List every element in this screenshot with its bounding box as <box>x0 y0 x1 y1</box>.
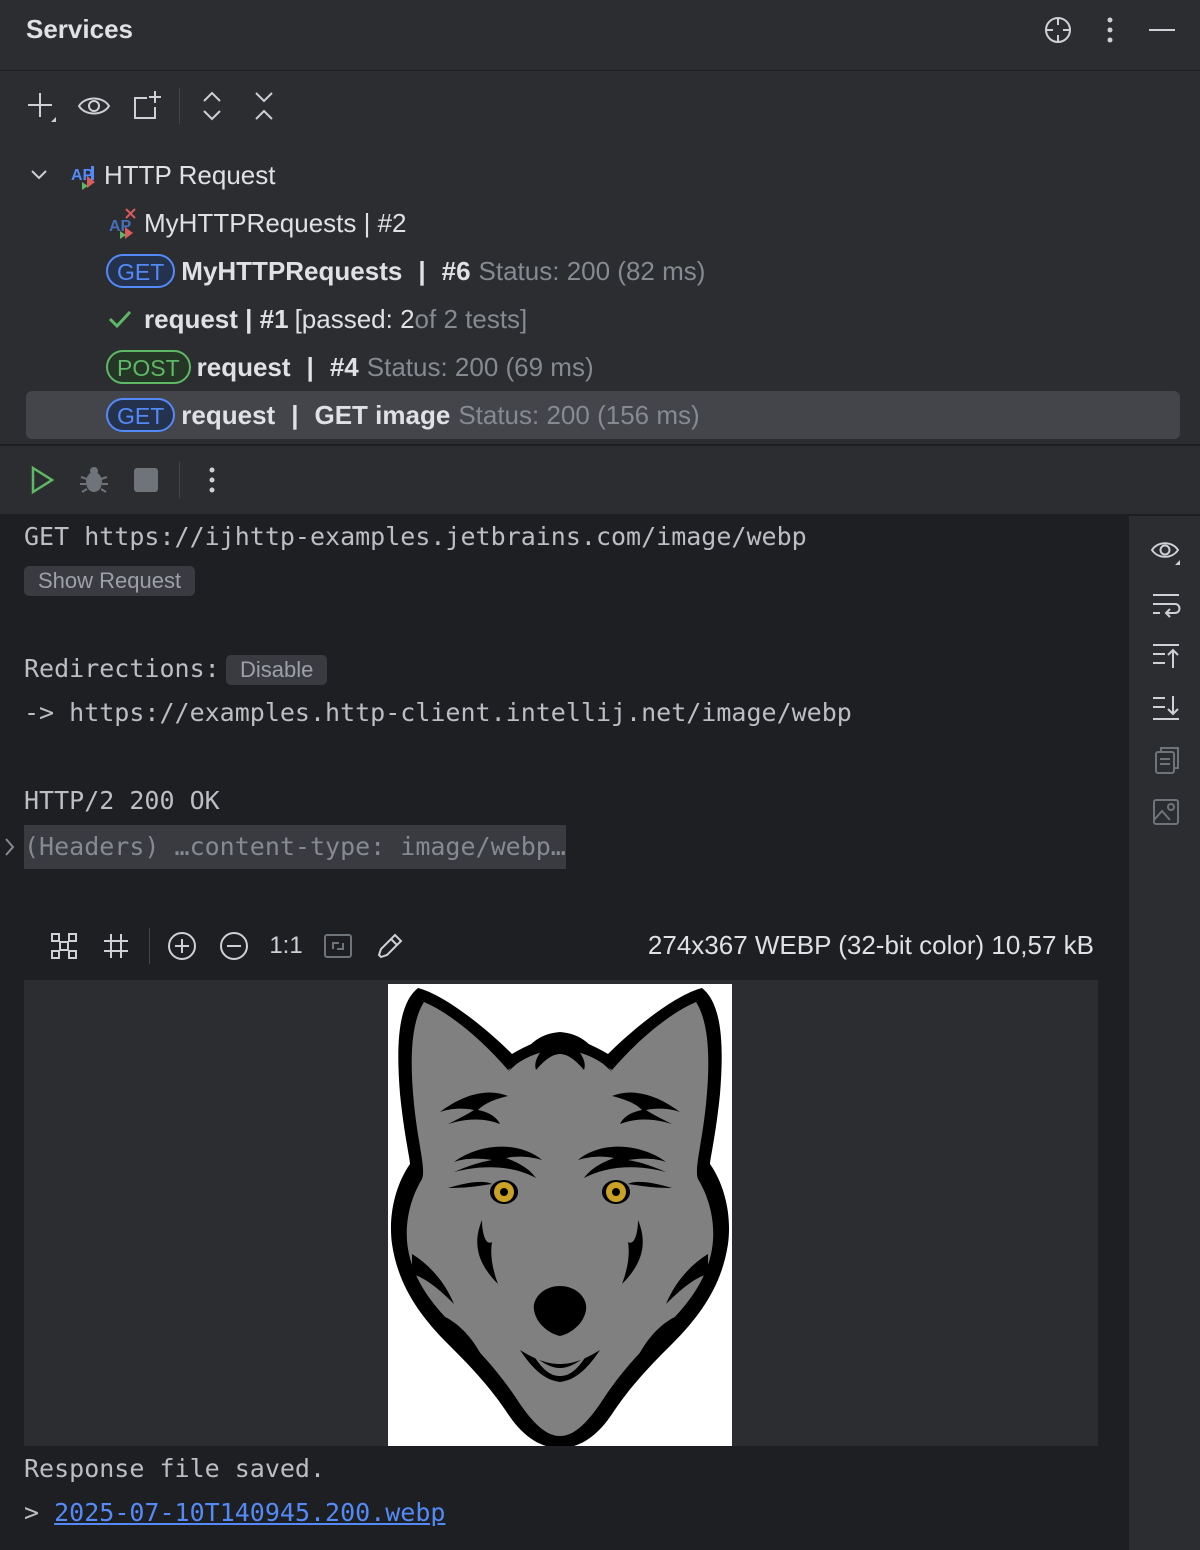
grid-icon[interactable] <box>96 926 136 966</box>
tree-item-request[interactable]: POST request | #4 Status: 200 (69 ms) <box>26 343 1180 391</box>
panel-title: Services <box>26 14 133 44</box>
show-request-button[interactable]: Show Request <box>24 566 196 596</box>
tests-passed: [passed: 2 <box>294 303 415 334</box>
splitter[interactable] <box>0 444 1200 446</box>
scroll-to-top-icon[interactable] <box>1146 636 1186 676</box>
run-number: #4 <box>329 351 359 382</box>
fit-to-window-icon[interactable] <box>44 926 84 966</box>
toolbar-separator <box>179 462 180 498</box>
separator: | <box>306 351 314 382</box>
soft-wrap-icon[interactable] <box>1146 584 1186 624</box>
stop-icon[interactable] <box>126 460 166 500</box>
zoom-in-icon[interactable] <box>162 926 202 966</box>
tree-item-file[interactable]: AP MyHTTPRequests | #2 <box>26 199 1180 247</box>
chevron-down-icon[interactable] <box>30 169 64 181</box>
run-icon[interactable] <box>22 460 62 500</box>
saved-message: Response file saved. <box>24 1454 326 1483</box>
expand-all-icon[interactable] <box>192 86 232 126</box>
services-header <box>0 0 1200 71</box>
minimize-icon[interactable] <box>1144 12 1180 48</box>
check-icon <box>108 309 144 329</box>
chevron-right-icon[interactable] <box>2 836 16 858</box>
tree-item-test-result[interactable]: request | #1 [passed: 2 of 2 tests] <box>26 295 1180 343</box>
tree-root-label: HTTP Request <box>104 159 276 190</box>
link-prefix: > <box>24 1498 40 1527</box>
status-line: HTTP/2 200 OK <box>24 786 220 815</box>
copy-icon[interactable] <box>1146 740 1186 780</box>
status-text: Status: 200 (82 ms) <box>478 255 706 286</box>
separator: | <box>291 399 299 430</box>
actual-size-button[interactable]: 1:1 <box>266 932 306 960</box>
saved-file-line: > 2025-07-10T140945.200.webp <box>24 1498 445 1527</box>
disable-redirections-button[interactable]: Disable <box>226 655 328 685</box>
wolf-image <box>388 984 732 1446</box>
headers-folded[interactable]: (Headers) …content-type: image/webp… <box>24 825 566 869</box>
api-error-icon: AP <box>108 207 144 239</box>
toolbar-separator <box>149 928 150 964</box>
api-icon: AP <box>70 160 104 190</box>
tests-total: of 2 tests] <box>414 303 528 334</box>
tree-item-label: MyHTTPRequests | #2 <box>144 207 407 238</box>
color-picker-icon[interactable] <box>370 926 410 966</box>
collapse-all-icon[interactable] <box>244 86 284 126</box>
image-icon[interactable] <box>1146 792 1186 832</box>
toolbar-separator <box>179 88 180 124</box>
method-badge-post: POST <box>106 350 191 384</box>
tree-item-request[interactable]: GET MyHTTPRequests | #6 Status: 200 (82 … <box>26 247 1180 295</box>
request-line: GET https://ijhttp-examples.jetbrains.co… <box>24 522 807 551</box>
status-text: Status: 200 (69 ms) <box>366 351 594 382</box>
add-icon[interactable] <box>22 86 62 126</box>
status-text: Status: 200 (156 ms) <box>458 399 700 430</box>
more-vertical-icon[interactable] <box>1092 12 1128 48</box>
zoom-out-icon[interactable] <box>214 926 254 966</box>
image-info: 274x367 WEBP (32-bit color) 10,57 kB <box>647 930 1094 960</box>
tree-item-request-selected[interactable]: GET request | GET image Status: 200 (156… <box>26 391 1180 439</box>
separator: | <box>418 255 426 286</box>
request-name: MyHTTPRequests <box>181 255 403 286</box>
eye-icon[interactable] <box>1146 532 1186 572</box>
request-name: request <box>181 399 276 430</box>
eye-icon[interactable] <box>74 86 114 126</box>
request-name: request <box>196 351 291 382</box>
redirections-label: Redirections: <box>24 654 220 683</box>
run-number: GET image <box>314 399 451 430</box>
saved-file-link[interactable]: 2025-07-10T140945.200.webp <box>54 1498 445 1527</box>
test-name: request | #1 <box>144 303 289 334</box>
method-badge-get: GET <box>106 254 176 288</box>
new-group-icon[interactable] <box>126 86 166 126</box>
tree-root-http-request[interactable]: AP HTTP Request <box>26 151 1180 199</box>
scroll-to-end-icon[interactable] <box>1146 688 1186 728</box>
debug-icon[interactable] <box>74 460 114 500</box>
redirect-line: -> https://examples.http-client.intellij… <box>24 698 852 727</box>
crosshair-icon[interactable] <box>1040 12 1076 48</box>
run-number: #6 <box>441 255 471 286</box>
more-vertical-icon[interactable] <box>192 460 232 500</box>
method-badge-get: GET <box>106 398 176 432</box>
fit-zoom-icon[interactable] <box>318 926 358 966</box>
